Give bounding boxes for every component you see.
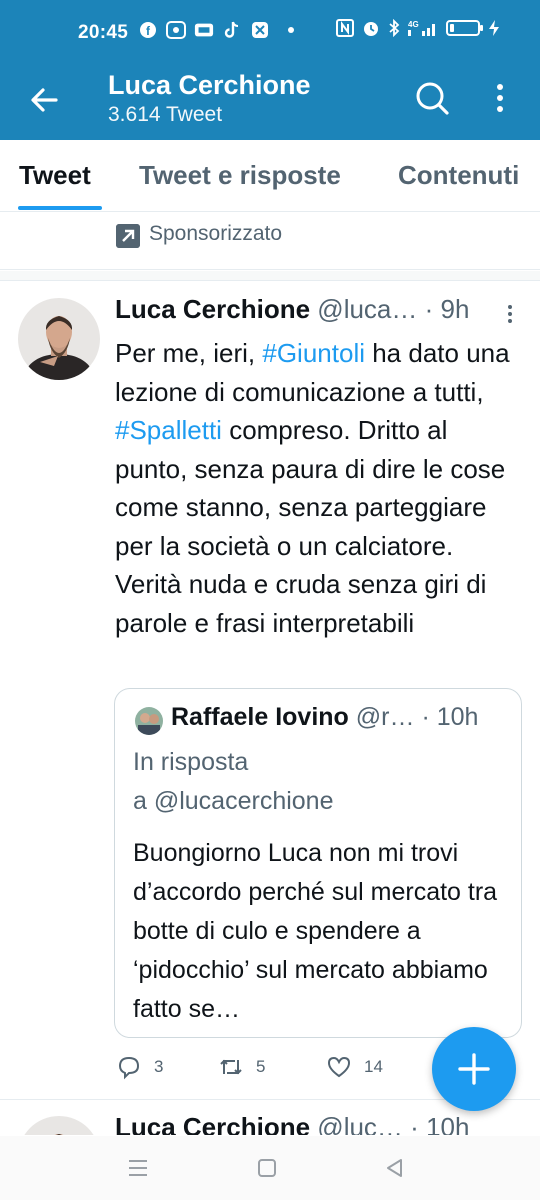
notification-icons: f — [138, 20, 294, 40]
reply-count: 3 — [154, 1057, 164, 1076]
quoted-tweet[interactable]: Raffaele Iovino @r… · 10h In risposta a … — [114, 688, 522, 1038]
quoted-header: Raffaele Iovino @r… · 10h — [171, 703, 478, 732]
more-notifications-dot — [288, 27, 294, 33]
reply-button[interactable]: 3 — [116, 1054, 163, 1080]
system-navigation-bar — [0, 1136, 540, 1200]
back-icon[interactable] — [382, 1156, 408, 1180]
avatar[interactable] — [18, 298, 100, 380]
tiktok-icon — [222, 20, 242, 40]
battery-level — [450, 24, 454, 32]
author-name[interactable]: Luca Cerchione — [115, 1112, 310, 1135]
tab-tweet[interactable]: Tweet — [19, 160, 91, 191]
reply-icon — [118, 1056, 140, 1080]
hashtag-spalletti[interactable]: #Spalletti — [115, 415, 222, 445]
radio-icon — [166, 20, 186, 40]
quoted-author-name: Raffaele Iovino — [171, 703, 349, 731]
active-tab-indicator — [18, 206, 102, 210]
retweet-button[interactable]: 5 — [218, 1054, 265, 1080]
tab-contenuti[interactable]: Contenuti — [398, 160, 519, 191]
like-count: 14 — [364, 1057, 383, 1076]
retweet-count: 5 — [256, 1057, 266, 1076]
tweet-header: Luca Cerchione @luca… · 9h — [115, 294, 525, 325]
back-arrow-icon[interactable] — [26, 82, 62, 118]
profile-app-bar: Luca Cerchione 3.614 Tweet — [0, 66, 540, 140]
app-icon — [250, 20, 270, 40]
charging-icon — [489, 20, 499, 36]
avatar[interactable] — [18, 1116, 100, 1135]
reply-context-line: In risposta — [133, 748, 249, 776]
nfc-icon — [336, 19, 354, 37]
promoted-row[interactable]: Sponsorizzato — [0, 212, 540, 270]
game-icon — [194, 20, 214, 40]
separator-dot: · — [424, 294, 434, 324]
tweet-header: Luca Cerchione @luc… · 10h — [115, 1112, 525, 1135]
compose-tweet-button[interactable] — [432, 1027, 516, 1111]
tweet-options-icon[interactable] — [500, 304, 520, 324]
separator-dot: · — [421, 703, 430, 731]
system-icons: 4G — [336, 19, 500, 37]
recent-apps-icon[interactable] — [125, 1156, 151, 1180]
retweet-icon — [220, 1059, 242, 1075]
heart-icon — [327, 1056, 351, 1078]
promoted-label: Sponsorizzato — [149, 222, 283, 245]
quoted-author-handle: @r… — [355, 703, 415, 731]
status-bar: 20:45 f 4G — [0, 0, 540, 66]
tweet-count: 3.614 Tweet — [108, 103, 223, 126]
reply-context: In risposta a @lucacerchione — [133, 743, 334, 821]
tweet[interactable]: Luca Cerchione @luca… · 9h Per me, ieri,… — [0, 282, 540, 1098]
tweet-text: Per me, ieri, #Giuntoli ha dato una lezi… — [115, 334, 525, 642]
tweet-time: 10h — [426, 1112, 470, 1135]
author-handle[interactable]: @luc… — [317, 1112, 403, 1135]
search-icon[interactable] — [414, 80, 450, 116]
profile-header-title: Luca Cerchione 3.614 Tweet — [108, 68, 311, 128]
tweet-text-part: compreso. Dritto al punto, senza paura d… — [115, 415, 506, 638]
status-time: 20:45 — [78, 22, 129, 43]
more-options-icon[interactable] — [488, 80, 512, 116]
profile-tabs: Tweet Tweet e risposte Contenuti — [0, 140, 540, 212]
tweet-time: 9h — [440, 294, 470, 324]
signal-4g-icon: 4G — [408, 20, 435, 36]
battery-icon — [446, 20, 483, 36]
quoted-avatar — [135, 707, 163, 735]
promoted-arrow-icon — [116, 224, 140, 248]
author-handle[interactable]: @luca… — [317, 294, 417, 324]
bluetooth-icon — [389, 19, 400, 37]
author-name[interactable]: Luca Cerchione — [115, 294, 310, 324]
hashtag-giuntoli[interactable]: #Giuntoli — [262, 338, 365, 368]
like-button[interactable]: 14 — [326, 1054, 383, 1080]
tweet-text-part: Per me, ieri, — [115, 338, 263, 368]
section-divider — [0, 271, 540, 281]
svg-text:4G: 4G — [408, 20, 419, 29]
quoted-time: 10h — [436, 703, 479, 731]
home-icon[interactable] — [254, 1156, 280, 1180]
profile-name: Luca Cerchione — [108, 70, 311, 100]
facebook-icon: f — [138, 20, 158, 40]
alarm-icon — [364, 22, 378, 36]
plus-icon — [458, 1053, 490, 1085]
tweet-actions: 3 5 14 — [114, 1054, 414, 1084]
quoted-text: Buongiorno Luca non mi trovi d’accordo p… — [133, 839, 498, 1023]
reply-context-mention[interactable]: a @lucacerchione — [133, 782, 334, 821]
separator-dot: · — [410, 1112, 419, 1135]
tab-tweet-e-risposte[interactable]: Tweet e risposte — [139, 160, 341, 191]
